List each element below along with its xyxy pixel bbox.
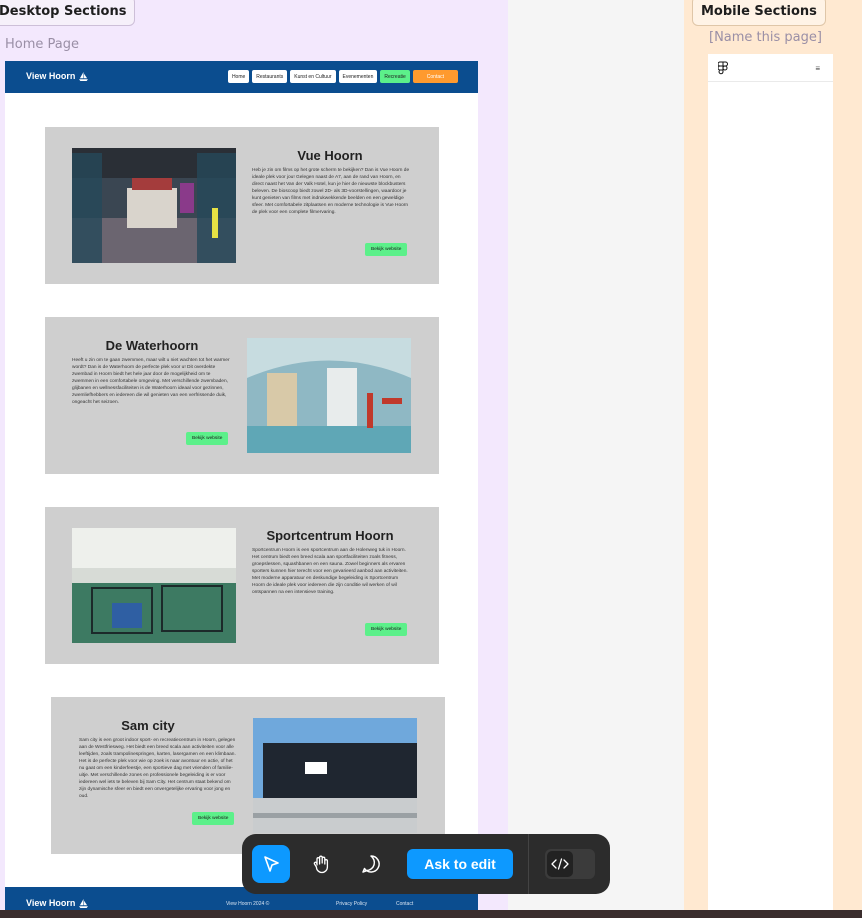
website-button[interactable]: Bekijk website [186,432,229,445]
mobile-header: ≡ [708,54,833,82]
figma-logo-icon [718,61,728,75]
move-tool-button[interactable] [252,845,290,883]
footer-privacy-link[interactable]: Privacy Policy [336,901,367,907]
card-description: Heeft u zin om te gaan zwemmen, maar wil… [72,358,230,405]
desktop-page-name[interactable]: Home Page [5,37,79,52]
cinema-lobby-image [72,148,236,263]
nav-restaurants[interactable]: Restaurants [252,70,288,83]
footer-brand-text: View Hoorn [26,898,76,908]
website-button[interactable]: Bekijk website [365,623,408,636]
cursor-icon [264,856,279,872]
website-button[interactable]: Bekijk website [365,243,408,256]
nav-evenementen[interactable]: Evenementen [338,70,378,83]
hand-tool-button[interactable] [302,845,340,883]
card-description: Sportcentrum Hoorn is een sportcentrum a… [252,548,408,595]
dev-mode-knob [547,851,573,877]
venue-card: Sam city Sam city is een groot indoor sp… [51,697,445,854]
website-button[interactable]: Bekijk website [192,812,235,825]
padel-courts-image [72,528,236,643]
comment-icon [362,855,380,873]
venue-card: De Waterhoorn Heeft u zin om te gaan zwe… [45,317,439,474]
desktop-frame[interactable]: View Hoorn Home Restaurants Kunst en Cul… [5,61,478,910]
ask-to-edit-button[interactable]: Ask to edit [407,849,513,879]
canvas-toolbar: Ask to edit [242,834,610,894]
brand-text: View Hoorn [26,71,76,81]
samcity-building-image [253,718,417,833]
sailboat-icon [79,898,89,908]
footer-contact-link[interactable]: Contact [396,901,413,907]
venue-card: Sportcentrum Hoorn Sportcentrum Hoorn is… [45,507,439,664]
canvas-background [508,0,684,918]
nav-kunst-cultuur[interactable]: Kunst en Cultuur [290,70,336,83]
card-title: Vue Hoorn [297,148,363,163]
card-description: Heb je zin om films op het grote scherm … [252,168,410,215]
footer-copyright: View Hoorn 2024 © [226,901,270,907]
dev-mode-toggle[interactable] [545,849,595,879]
mobile-page-name[interactable]: [Name this page] [709,30,822,45]
nav-recreatie[interactable]: Recreatie [380,70,410,83]
toolbar-divider [528,834,529,894]
site-brand[interactable]: View Hoorn [26,71,89,81]
card-title: De Waterhoorn [105,338,199,353]
venue-card: Vue Hoorn Heb je zin om films op het gro… [45,127,439,284]
indoor-pool-image [247,338,411,453]
code-icon [551,858,569,870]
mobile-section-label[interactable]: Mobile Sections [692,0,826,26]
comment-tool-button[interactable] [352,845,390,883]
sailboat-icon [79,71,89,81]
card-title: Sportcentrum Hoorn [266,528,394,543]
menu-icon[interactable]: ≡ [815,64,820,73]
nav-links: Home Restaurants Kunst en Cultuur Evenem… [227,70,458,83]
nav-home[interactable]: Home [227,70,250,83]
bottom-bar [0,910,862,918]
card-title: Sam city [121,718,175,733]
mobile-frame[interactable]: ≡ [708,54,833,918]
card-description: Sam city is een groot indoor sport- en r… [79,738,236,799]
desktop-section-label[interactable]: Desktop Sections [0,0,136,26]
nav-contact[interactable]: Contact [412,70,458,83]
site-navbar: View Hoorn Home Restaurants Kunst en Cul… [5,61,478,93]
hand-icon [313,855,329,874]
footer-brand[interactable]: View Hoorn [26,898,89,908]
